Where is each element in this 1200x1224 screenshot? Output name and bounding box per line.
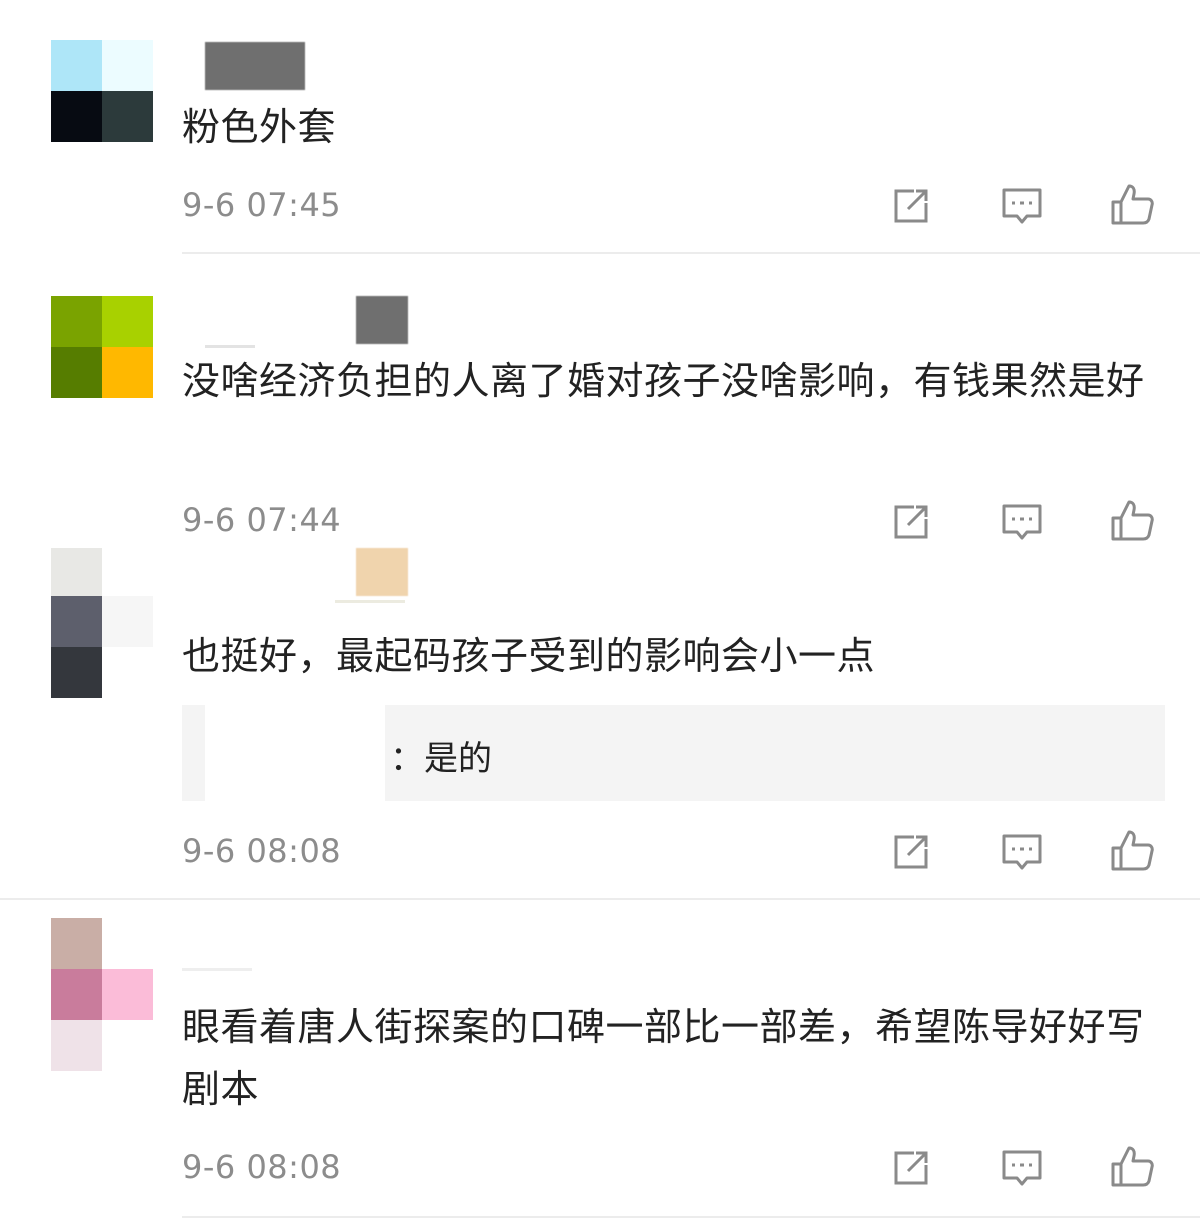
- comment-time: 9-6 07:45: [182, 186, 342, 224]
- avatar-pixel: [51, 347, 102, 398]
- comment-text: 粉色外套: [182, 105, 337, 149]
- like-button[interactable]: [1109, 181, 1155, 227]
- share-icon: [894, 505, 928, 539]
- username-redacted[interactable]: [205, 345, 255, 348]
- avatar-pixel: [102, 1020, 153, 1071]
- reply-text: ：是的: [390, 739, 492, 779]
- comment-text: 也挺好，最起码孩子受到的影响会小一点: [182, 634, 876, 678]
- comment-icon: [1002, 504, 1042, 540]
- comment-icon: [1002, 188, 1042, 224]
- thumbs-up-icon: [1111, 500, 1154, 541]
- avatar-pixel: [51, 91, 102, 142]
- avatar[interactable]: [51, 918, 153, 1071]
- avatar-pixel: [102, 596, 153, 647]
- comment-text: 眼看着唐人街探案的口碑一部比一部差，希望陈导好好写剧本: [182, 1005, 1145, 1111]
- divider: [182, 1216, 1200, 1218]
- avatar-pixel: [51, 548, 102, 596]
- comment-text: 没啥经济负担的人离了婚对孩子没啥影响，有钱果然是好: [182, 359, 1145, 403]
- divider: [182, 252, 1200, 254]
- comment-time: 9-6 07:44: [182, 501, 342, 539]
- username-redacted[interactable]: [335, 600, 405, 603]
- thumbs-up-icon: [1111, 184, 1154, 225]
- avatar-pixel: [51, 647, 102, 698]
- thumbs-up-icon: [1111, 1146, 1154, 1187]
- username-badge-redacted[interactable]: [356, 296, 408, 344]
- username-redacted[interactable]: [182, 968, 252, 971]
- avatar-pixel: [51, 296, 102, 347]
- share-button[interactable]: [888, 499, 934, 545]
- avatar-pixel: [102, 918, 153, 969]
- avatar[interactable]: [51, 40, 153, 142]
- share-icon: [894, 189, 928, 223]
- share-icon: [894, 1151, 928, 1185]
- avatar-pixel: [102, 40, 153, 91]
- share-button[interactable]: [888, 829, 934, 875]
- avatar-pixel: [51, 918, 102, 969]
- share-button[interactable]: [888, 1145, 934, 1191]
- reply-username-redacted: [205, 705, 385, 801]
- username-badge-redacted[interactable]: [356, 548, 408, 596]
- share-button[interactable]: [888, 183, 934, 229]
- comment-time: 9-6 08:08: [182, 1148, 342, 1186]
- comment-time: 9-6 08:08: [182, 832, 342, 870]
- avatar-pixel: [102, 969, 153, 1020]
- share-icon: [894, 835, 928, 869]
- reply-button[interactable]: [999, 1145, 1045, 1191]
- like-button[interactable]: [1109, 497, 1155, 543]
- avatar-pixel: [51, 596, 102, 647]
- reply-button[interactable]: [999, 183, 1045, 229]
- like-button[interactable]: [1109, 827, 1155, 873]
- avatar[interactable]: [51, 296, 153, 398]
- reply-button[interactable]: [999, 499, 1045, 545]
- avatar-pixel: [102, 347, 153, 398]
- avatar-pixel: [102, 296, 153, 347]
- avatar-pixel: [51, 40, 102, 91]
- reply-button[interactable]: [999, 829, 1045, 875]
- comment-icon: [1002, 1150, 1042, 1186]
- avatar-pixel: [102, 91, 153, 142]
- divider: [0, 898, 1200, 900]
- like-button[interactable]: [1109, 1143, 1155, 1189]
- avatar-pixel: [102, 548, 153, 596]
- comment-icon: [1002, 834, 1042, 870]
- avatar[interactable]: [51, 548, 153, 698]
- thumbs-up-icon: [1111, 830, 1154, 871]
- username-redacted[interactable]: [205, 42, 305, 90]
- avatar-pixel: [102, 647, 153, 698]
- avatar-pixel: [51, 969, 102, 1020]
- avatar-pixel: [51, 1020, 102, 1071]
